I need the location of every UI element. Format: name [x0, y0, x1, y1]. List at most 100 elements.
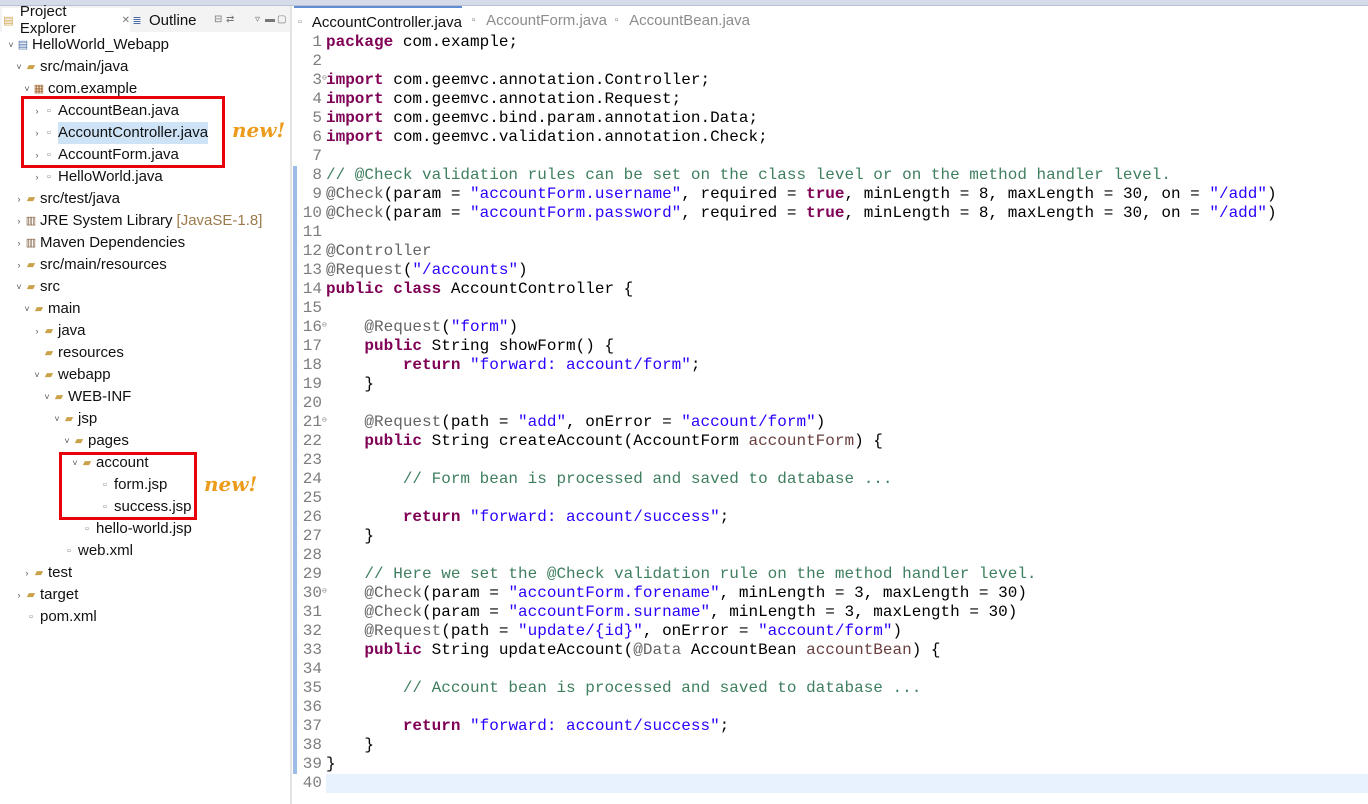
code-line[interactable]: public String showForm() { — [326, 337, 614, 356]
tree-item[interactable]: ▫ hello-world.jsp — [70, 518, 192, 540]
code-line[interactable]: // @Check validation rules can be set on… — [326, 166, 1171, 185]
code-token: , minLength = 3, maxLength = 30) — [719, 584, 1027, 602]
code-line[interactable]: return "forward: account/success"; — [326, 717, 729, 736]
chevron-right-icon[interactable]: › — [14, 188, 24, 210]
chevron-down-icon[interactable]: ˅ — [42, 386, 52, 408]
line-number: 26 — [302, 508, 322, 526]
current-line-highlight — [326, 774, 1368, 793]
code-line[interactable]: @Controller — [326, 242, 432, 261]
code-line[interactable]: public class AccountController { — [326, 280, 633, 299]
code-line[interactable]: return "forward: account/form"; — [326, 356, 701, 375]
tree-item[interactable]: › ▥ Maven Dependencies — [14, 232, 186, 254]
chevron-down-icon[interactable]: ˅ — [6, 34, 16, 56]
line-number: 12 — [302, 242, 322, 260]
line-number: 35 — [302, 679, 322, 697]
chevron-right-icon[interactable]: › — [22, 562, 32, 584]
line-number: 20 — [302, 394, 322, 412]
line-number: 4 — [312, 90, 322, 108]
source-folder-icon: ▰ — [26, 259, 36, 271]
tree-item[interactable]: ˅ ▰ WEB-INF — [42, 386, 131, 408]
chevron-right-icon[interactable]: › — [14, 232, 24, 254]
code-token: AccountController { — [441, 280, 634, 298]
tree-item[interactable]: › ▰ java — [32, 320, 86, 342]
code-line[interactable]: } — [326, 736, 374, 755]
tree-item[interactable]: ▰ resources — [32, 342, 124, 364]
chevron-down-icon[interactable]: ˅ — [62, 430, 72, 452]
code-line[interactable]: } — [326, 755, 336, 774]
chevron-right-icon[interactable]: › — [32, 166, 42, 188]
tree-item[interactable]: › ▰ test — [22, 562, 73, 584]
tab-accountform[interactable]: ▫ AccountForm.java — [467, 6, 607, 34]
tab-accountbean[interactable]: ▫ AccountBean.java — [610, 6, 750, 34]
code-line[interactable]: // Form bean is processed and saved to d… — [326, 470, 893, 489]
chevron-down-icon[interactable]: ˅ — [52, 408, 62, 430]
code-line[interactable]: @Request("/accounts") — [326, 261, 528, 280]
highlight-box-jsp-files — [59, 452, 197, 520]
code-line[interactable]: public String createAccount(AccountForm … — [326, 432, 883, 451]
chevron-down-icon[interactable]: ˅ — [32, 364, 42, 386]
folder-icon: ▰ — [64, 413, 74, 425]
code-line[interactable]: return "forward: account/success"; — [326, 508, 729, 527]
code-line[interactable]: @Check(param = "accountForm.surname", mi… — [326, 603, 1017, 622]
tree-item[interactable]: ˅ ▰ jsp — [52, 408, 97, 430]
maximize-icon[interactable]: ▢ — [277, 14, 286, 25]
tree-item[interactable]: ˅ ▰ src/main/java — [14, 56, 128, 78]
code-token: @Data — [633, 641, 682, 659]
code-token: return — [402, 508, 461, 526]
code-line[interactable]: import com.geemvc.validation.annotation.… — [326, 128, 768, 147]
code-line[interactable]: // Account bean is processed and saved t… — [326, 679, 921, 698]
chevron-right-icon[interactable]: › — [14, 210, 24, 232]
chevron-right-icon[interactable]: › — [14, 254, 24, 276]
code-line[interactable]: @Request("form") — [326, 318, 518, 337]
tree-item[interactable]: › ▫ HelloWorld.java — [32, 166, 163, 188]
code-line[interactable]: @Check(param = "accountForm.password", r… — [326, 204, 1277, 223]
code-line[interactable]: public String updateAccount(@Data Accoun… — [326, 641, 940, 660]
line-number: 34 — [302, 660, 322, 678]
folder-icon: ▰ — [34, 567, 44, 579]
tree-item[interactable]: › ▰ src/test/java — [14, 188, 121, 210]
library-icon: ▥ — [25, 237, 37, 249]
code-editor[interactable]: 1 package com.example; 2 3 ⊖ import com.geemv… — [292, 31, 1368, 804]
tree-item[interactable]: ˅ ▰ main — [22, 298, 80, 320]
code-token: String updateAccount( — [422, 641, 634, 659]
tree-item[interactable]: ▫ web.xml — [52, 540, 133, 562]
tree-item[interactable]: ˅ ▰ webapp — [32, 364, 110, 386]
code-line[interactable]: @Request(path = "update/{id}", onError =… — [326, 622, 902, 641]
chevron-right-icon[interactable]: › — [32, 320, 42, 342]
tree-item[interactable]: › ▥ JRE System Library [JavaSE-1.8] — [14, 210, 263, 232]
collapse-all-icon[interactable]: ⊟ — [214, 14, 222, 25]
code-line[interactable]: @Check(param = "accountForm.username", r… — [326, 185, 1277, 204]
close-icon[interactable]: ✕ — [122, 15, 130, 26]
code-line[interactable]: import com.geemvc.bind.param.annotation.… — [326, 109, 758, 128]
code-line[interactable]: @Check(param = "accountForm.forename", m… — [326, 584, 1027, 603]
line-number: 38 — [302, 736, 322, 754]
code-line[interactable]: package com.example; — [326, 33, 518, 52]
code-token: (path = — [441, 413, 519, 431]
tree-item-label: Maven Dependencies — [40, 234, 186, 251]
chevron-down-icon[interactable]: ˅ — [22, 298, 32, 320]
link-editor-icon[interactable]: ⇄ — [226, 14, 234, 25]
code-line[interactable]: import com.geemvc.annotation.Controller; — [326, 71, 710, 90]
tree-item[interactable]: ˅ ▤ HelloWorld_Webapp — [6, 34, 169, 56]
code-line[interactable]: import com.geemvc.annotation.Request; — [326, 90, 681, 109]
chevron-right-icon[interactable]: › — [14, 584, 24, 606]
chevron-down-icon[interactable]: ˅ — [14, 56, 24, 78]
tab-project-explorer[interactable]: ▤ Project Explorer ✕ — [2, 3, 130, 37]
minimize-icon[interactable]: ▬ — [265, 14, 275, 25]
code-line[interactable]: @Request(path = "add", onError = "accoun… — [326, 413, 825, 432]
tab-outline[interactable]: ≣ Outline — [130, 8, 210, 32]
code-line[interactable]: // Here we set the @Check validation rul… — [326, 565, 1036, 584]
view-menu-icon[interactable]: ▿ — [255, 14, 260, 25]
tree-item[interactable]: ˅ ▰ src — [14, 276, 60, 298]
chevron-down-icon[interactable]: ˅ — [14, 276, 24, 298]
tree-item[interactable]: ▫ pom.xml — [14, 606, 97, 628]
line-number: 13 — [302, 261, 322, 279]
tree-item[interactable]: › ▰ src/main/resources — [14, 254, 167, 276]
tree-item[interactable]: ˅ ▰ pages — [62, 430, 129, 452]
tree-item[interactable]: › ▰ target — [14, 584, 79, 606]
xml-file-icon: ▫ — [67, 545, 71, 557]
code-line[interactable]: } — [326, 375, 374, 394]
code-line[interactable]: } — [326, 527, 374, 546]
